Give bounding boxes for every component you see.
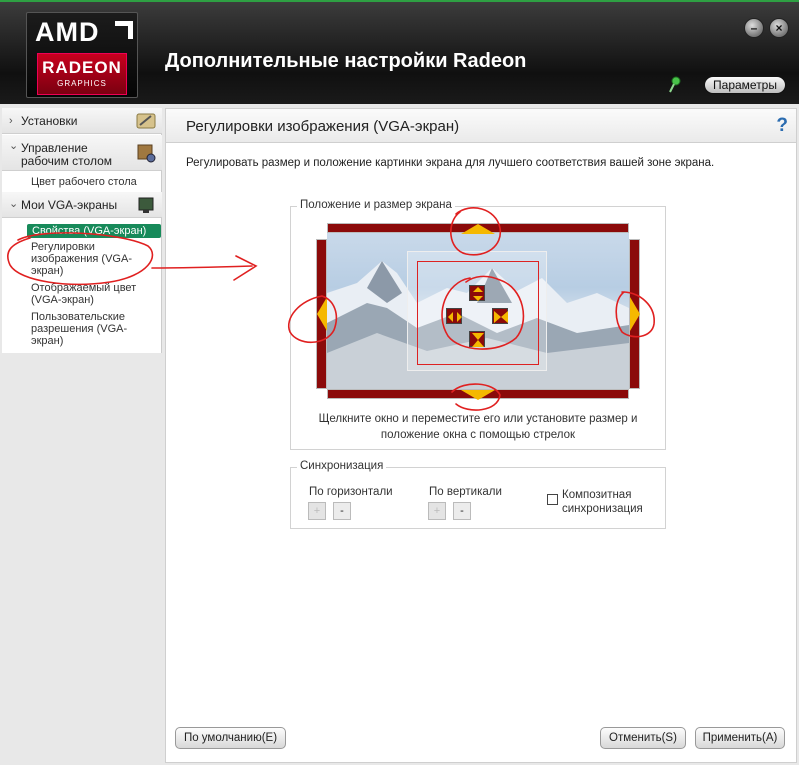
main-header: Регулировки изображения (VGA-экран) ?: [166, 109, 796, 143]
help-icon[interactable]: ?: [776, 115, 788, 137]
sidebar-item-vga-properties[interactable]: Свойства (VGA-экран): [27, 224, 161, 238]
horizontal-plus-button[interactable]: +: [308, 502, 326, 520]
main-panel: Регулировки изображения (VGA-экран) ? Ре…: [165, 108, 797, 763]
logo-amd-text: AMD: [35, 17, 100, 47]
logo-graphics-text: GRAPHICS: [57, 79, 107, 88]
sidebar-group-label: Управление рабочим столом: [21, 141, 113, 168]
settings-button[interactable]: Параметры: [704, 76, 786, 94]
grow-vertical-button[interactable]: [469, 285, 485, 301]
composite-sync-checkbox[interactable]: [547, 494, 558, 505]
position-size-legend: Положение и размер экрана: [297, 199, 455, 211]
horizontal-sync-label: По горизонтали: [309, 486, 393, 498]
horizontal-minus-button[interactable]: -: [333, 502, 351, 520]
shrink-horizontal-icon: [494, 311, 508, 323]
vertical-plus-button[interactable]: +: [428, 502, 446, 520]
position-hint-line: положение окна с помощью стрелок: [380, 429, 576, 441]
sidebar: › Установки ⌄ Управление рабочим столом …: [2, 108, 162, 353]
composite-sync-label-line: Композитная: [562, 489, 632, 501]
radeon-badge: RADEON GRAPHICS: [37, 53, 127, 95]
move-up-arrow-icon[interactable]: [461, 224, 495, 234]
amd-radeon-logo: AMD RADEON GRAPHICS: [26, 12, 138, 98]
screen-bounds-rectangle[interactable]: [417, 261, 539, 365]
composite-sync-label-line: синхронизация: [562, 503, 643, 515]
position-hint-line: Щелкните окно и переместите его или уста…: [318, 413, 638, 425]
composite-sync-label: Композитная синхронизация: [562, 488, 643, 516]
sidebar-item-desktop-color[interactable]: Цвет рабочего стола: [31, 176, 156, 188]
sync-legend: Синхронизация: [297, 460, 387, 472]
page-description: Регулировать размер и положение картинки…: [186, 157, 715, 169]
logo-radeon-text: RADEON: [42, 58, 122, 77]
pin-icon[interactable]: [666, 76, 682, 94]
vertical-minus-button[interactable]: -: [453, 502, 471, 520]
chevron-right-icon: ›: [9, 115, 13, 127]
shrink-vertical-icon: [472, 333, 484, 347]
chevron-down-icon: ⌄: [9, 198, 19, 210]
grow-horizontal-icon: [448, 312, 462, 322]
sync-group: Синхронизация По горизонтали + - По верт…: [290, 460, 666, 529]
chevron-down-icon: ⌄: [9, 140, 19, 152]
sidebar-item-display-color[interactable]: Отображаемый цвет (VGA-экран): [31, 282, 151, 306]
vga-display-icon: [138, 197, 154, 213]
position-hint: Щелкните окно и переместите его или уста…: [291, 411, 665, 443]
title-bar: AMD RADEON GRAPHICS Дополнительные настр…: [0, 0, 799, 104]
page-title: Регулировки изображения (VGA-экран): [186, 118, 460, 135]
move-right-arrow-icon[interactable]: [630, 297, 640, 331]
amd-arrow-icon: [115, 21, 133, 39]
shrink-horizontal-button[interactable]: [492, 308, 508, 324]
cancel-button[interactable]: Отменить(S): [600, 727, 686, 749]
minimize-button[interactable]: –: [744, 18, 764, 38]
sidebar-group-label: Мои VGA-экраны: [21, 198, 118, 212]
content-area: › Установки ⌄ Управление рабочим столом …: [0, 104, 799, 765]
position-size-group: Положение и размер экрана Щелкните окно …: [290, 199, 666, 450]
move-left-arrow-icon[interactable]: [317, 297, 327, 331]
grow-horizontal-button[interactable]: [446, 308, 462, 324]
close-button[interactable]: ×: [769, 18, 789, 38]
apply-button[interactable]: Применить(A): [695, 727, 785, 749]
sidebar-group-preferences[interactable]: › Установки: [2, 108, 162, 134]
sidebar-item-custom-resolutions[interactable]: Пользовательские разрешения (VGA-экран): [31, 311, 141, 347]
desktop-management-icon: [137, 144, 156, 163]
sidebar-group-label: Установки: [21, 114, 78, 128]
app-title: Дополнительные настройки Radeon: [165, 50, 527, 72]
grow-vertical-icon: [473, 287, 483, 301]
sidebar-item-image-adjustments[interactable]: Регулировки изображения (VGA-экран): [31, 241, 141, 277]
sidebar-group-desktop-management[interactable]: ⌄ Управление рабочим столом: [2, 135, 162, 171]
shrink-vertical-button[interactable]: [469, 331, 485, 347]
vertical-sync-label: По вертикали: [429, 486, 502, 498]
sidebar-group-vga-displays[interactable]: ⌄ Мои VGA-экраны: [2, 192, 162, 218]
preferences-icon: [136, 113, 156, 129]
restore-defaults-button[interactable]: По умолчанию(E): [175, 727, 286, 749]
move-down-arrow-icon[interactable]: [461, 390, 495, 400]
